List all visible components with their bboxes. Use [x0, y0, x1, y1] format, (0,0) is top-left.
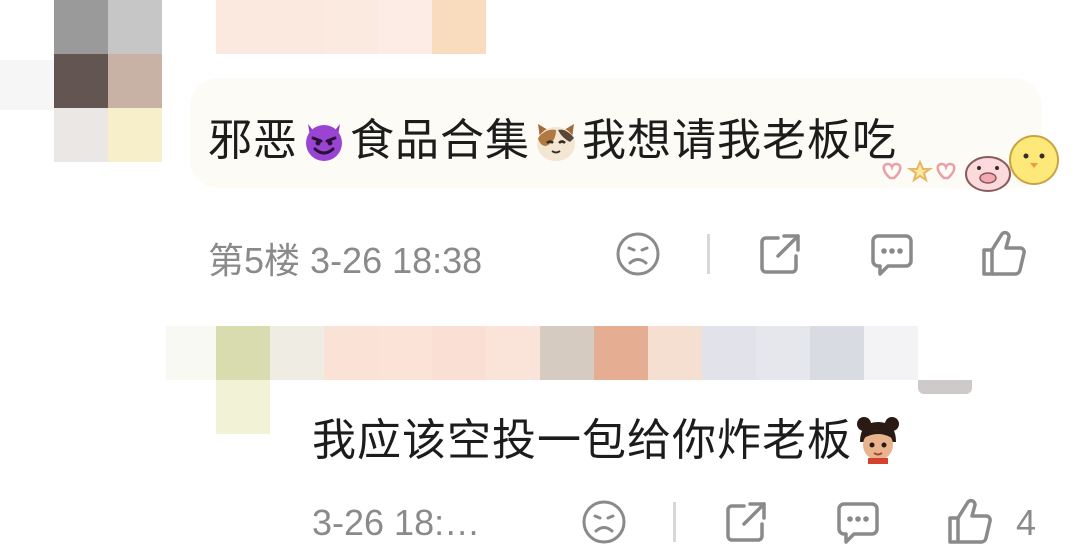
comment-text-part-3: 我想请我老板吃 — [582, 116, 897, 165]
avatar[interactable] — [216, 326, 270, 434]
avatar[interactable] — [54, 0, 162, 162]
cat-emoji-icon — [537, 124, 575, 162]
reply-comment-icon[interactable] — [834, 498, 882, 546]
reply-comment-icon[interactable] — [868, 230, 916, 278]
comment-timestamp: 3-26 18:… — [312, 502, 481, 543]
comment-text-main: 我应该空投一包给你炸老板 — [312, 416, 852, 465]
action-divider — [707, 234, 710, 274]
comment-text-part-1: 邪恶 — [208, 116, 298, 165]
dislike-face-icon[interactable] — [614, 230, 662, 278]
username-blurred[interactable] — [216, 0, 486, 54]
comment-meta: 3-26 18:… — [312, 502, 480, 544]
comment-meta: 第5楼 3-26 18:38 — [208, 232, 482, 284]
girl-emoji-icon — [857, 417, 899, 465]
like-count: 4 — [1016, 502, 1037, 543]
share-icon[interactable] — [722, 498, 770, 546]
devil-emoji-icon — [306, 124, 342, 162]
share-icon[interactable] — [756, 230, 804, 278]
bubble-decoration-icon — [882, 135, 1059, 192]
like-thumb-icon[interactable] — [946, 496, 994, 546]
avatar-blur-edge — [166, 326, 216, 380]
action-divider — [673, 502, 676, 542]
comment-text: 邪恶 食品合集 我想请我老板吃 — [208, 104, 897, 168]
comment-text: 我应该空投一包给你炸老板 — [312, 404, 904, 468]
floor-number: 第5楼 — [208, 240, 301, 281]
comment-timestamp: 3-26 18:38 — [310, 240, 483, 281]
comment-text-part-2: 食品合集 — [350, 116, 530, 165]
dislike-face-icon[interactable] — [580, 498, 628, 546]
username-blur-edge — [918, 380, 972, 394]
username-blurred[interactable] — [270, 326, 918, 380]
avatar-blur-edge — [0, 60, 54, 110]
like-thumb-icon[interactable] — [980, 228, 1028, 278]
